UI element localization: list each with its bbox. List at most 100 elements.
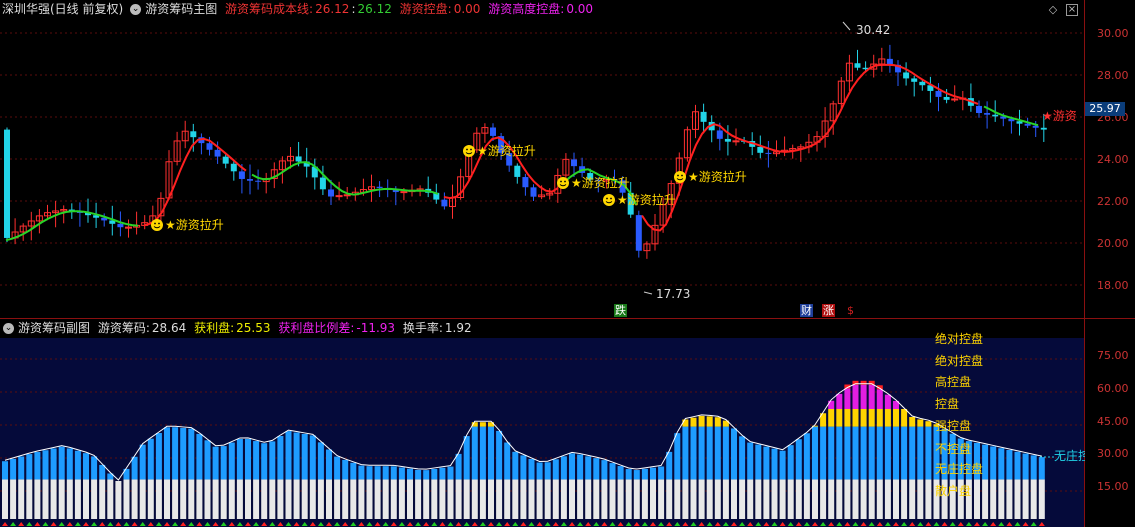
candle-body-down — [1032, 125, 1039, 128]
high-marker-label: 30.42 — [856, 23, 890, 37]
chip-bar-no-control — [779, 450, 786, 480]
chip-bar-no-control — [447, 466, 454, 480]
chip-bar-no-control — [236, 438, 243, 480]
signal-label: ★游资拉升 — [617, 192, 676, 207]
main-indicator-name[interactable]: 游资筹码主图 — [145, 2, 217, 16]
candle-body-down — [530, 187, 537, 197]
candle-body-down — [328, 189, 334, 197]
chevron-down-icon[interactable]: ⌄ — [3, 323, 14, 334]
chip-bar-retail — [552, 479, 559, 519]
chip-bar-retail — [504, 479, 511, 519]
event-marker-fall[interactable]: 跌 — [614, 304, 627, 317]
chip-bar-retail — [998, 479, 1005, 519]
smiley-eye — [466, 148, 468, 151]
chip-bar-no-control — [893, 426, 899, 480]
chip-bar-no-control — [155, 433, 162, 480]
stock-name: 深圳华强(日线 前复权) — [2, 2, 124, 16]
sub-chart-pane[interactable]: 绝对控盘 绝对控盘 高控盘 控盘 强控盘 不控盘 无庄控盘 散户盘 无庄控 ⌄ 游资筹码副图 游资… — [0, 319, 1135, 527]
chip-bar-retail — [860, 479, 867, 519]
smiley-icon — [151, 219, 163, 231]
chip-bar-retail — [650, 479, 656, 519]
candle-body-down — [1024, 123, 1031, 126]
chip-bar-no-control — [520, 455, 527, 480]
chip-bar-no-control — [706, 426, 713, 480]
chip-bar-no-control — [763, 446, 770, 480]
chip-bar-no-control — [544, 462, 551, 480]
chip-bar-control — [901, 409, 908, 427]
candlestick-chart[interactable]: 30.42 17.73 ★游资拉升 ★游资拉升 ★游资拉升 ★游资拉升 ★游资拉升 ★游资 — [0, 0, 1085, 318]
smiley-icon — [557, 177, 569, 189]
chip-bar-no-control — [633, 470, 640, 480]
chip-bar-retail — [285, 479, 292, 519]
sub-indicator-name[interactable]: 游资筹码副图 — [18, 321, 90, 335]
signal-label: ★游资拉升 — [688, 169, 747, 184]
low-marker-label: 17.73 — [656, 287, 690, 301]
chip-bar-no-control — [901, 426, 908, 480]
chip-bar-no-control — [836, 426, 843, 480]
candle-body-down — [571, 159, 577, 167]
candle-body-down — [522, 177, 529, 188]
chip-bar-no-control — [731, 428, 737, 480]
candle-body-down — [247, 179, 253, 181]
chip-bar-no-control — [755, 444, 762, 480]
chip-bar-retail — [196, 479, 203, 519]
chip-bar-no-control — [650, 467, 656, 480]
chip-bar-no-control — [382, 466, 389, 480]
chip-bar-retail — [147, 479, 154, 519]
main-chart-pane[interactable]: 30.42 17.73 ★游资拉升 ★游资拉升 ★游资拉升 ★游资拉升 ★游资拉升 ★游资 深… — [0, 0, 1135, 318]
chip-bar-no-control — [455, 453, 462, 480]
chip-bar-retail — [844, 479, 851, 519]
chip-bar-no-control — [803, 433, 810, 480]
chip-bar-control — [682, 419, 689, 427]
chip-bar-retail — [787, 479, 794, 519]
chip-bar-no-control — [812, 426, 818, 480]
chip-bar-retail — [42, 479, 49, 519]
smiley-eye — [606, 197, 608, 200]
candle-body-down — [490, 127, 496, 136]
ratio-label: 获利盘比例差: — [278, 321, 355, 335]
y-tick-label: 75.00 — [1097, 349, 1129, 362]
chip-bar-no-control — [91, 456, 98, 480]
chip-bar-no-control — [690, 426, 697, 480]
chip-bar-no-control — [771, 448, 778, 480]
chip-bar-no-control — [925, 426, 932, 480]
chip-bar-retail — [317, 479, 324, 519]
candle-body-down — [765, 152, 772, 154]
chip-bar-retail — [390, 479, 397, 519]
candle-body-down — [441, 199, 448, 207]
event-marker-rise[interactable]: 涨 — [822, 304, 835, 317]
y-tick-label: 28.00 — [1097, 69, 1129, 82]
chip-bar-retail — [366, 479, 373, 519]
chip-bar-retail — [83, 479, 89, 519]
event-marker-dividend[interactable]: $ — [846, 304, 855, 317]
chip-bar-no-control — [172, 427, 179, 480]
chip-bar-retail — [609, 479, 616, 519]
chip-bar-no-control — [1006, 450, 1013, 480]
chevron-down-icon[interactable]: ⌄ — [130, 4, 142, 15]
chip-bar-no-control — [164, 427, 170, 480]
chip-distribution-chart[interactable]: 绝对控盘绝对控盘高控盘控盘强控盘不控盘无庄控盘散户盘无庄控 — [0, 319, 1085, 527]
diamond-icon[interactable]: ◇ — [1047, 4, 1059, 16]
chip-bar-control — [868, 409, 875, 427]
chip-bar-no-control — [204, 440, 211, 480]
close-icon[interactable]: × — [1066, 4, 1078, 16]
chip-bar-no-control — [277, 436, 284, 480]
chip-bar-retail — [982, 479, 989, 519]
chip-bar-retail — [633, 479, 640, 519]
chip-bar-retail — [722, 479, 729, 519]
chip-bar-retail — [658, 479, 665, 519]
candle-body-up — [335, 195, 343, 198]
chip-bar-retail — [301, 479, 308, 519]
chip-bar-retail — [560, 479, 567, 519]
chip-bar-no-control — [479, 426, 486, 480]
event-marker-finance[interactable]: 财 — [800, 304, 813, 317]
chip-bar-retail — [374, 479, 381, 519]
chip-bar-no-control — [488, 426, 494, 480]
chip-bar-retail — [601, 479, 608, 519]
chip-bar-no-control — [212, 446, 219, 480]
chip-bar-high-control — [852, 384, 859, 409]
chip-bar-retail — [439, 479, 446, 519]
chip-bar-no-control — [917, 426, 924, 480]
chip-bar-retail — [212, 479, 219, 519]
chip-bar-retail — [479, 479, 486, 519]
